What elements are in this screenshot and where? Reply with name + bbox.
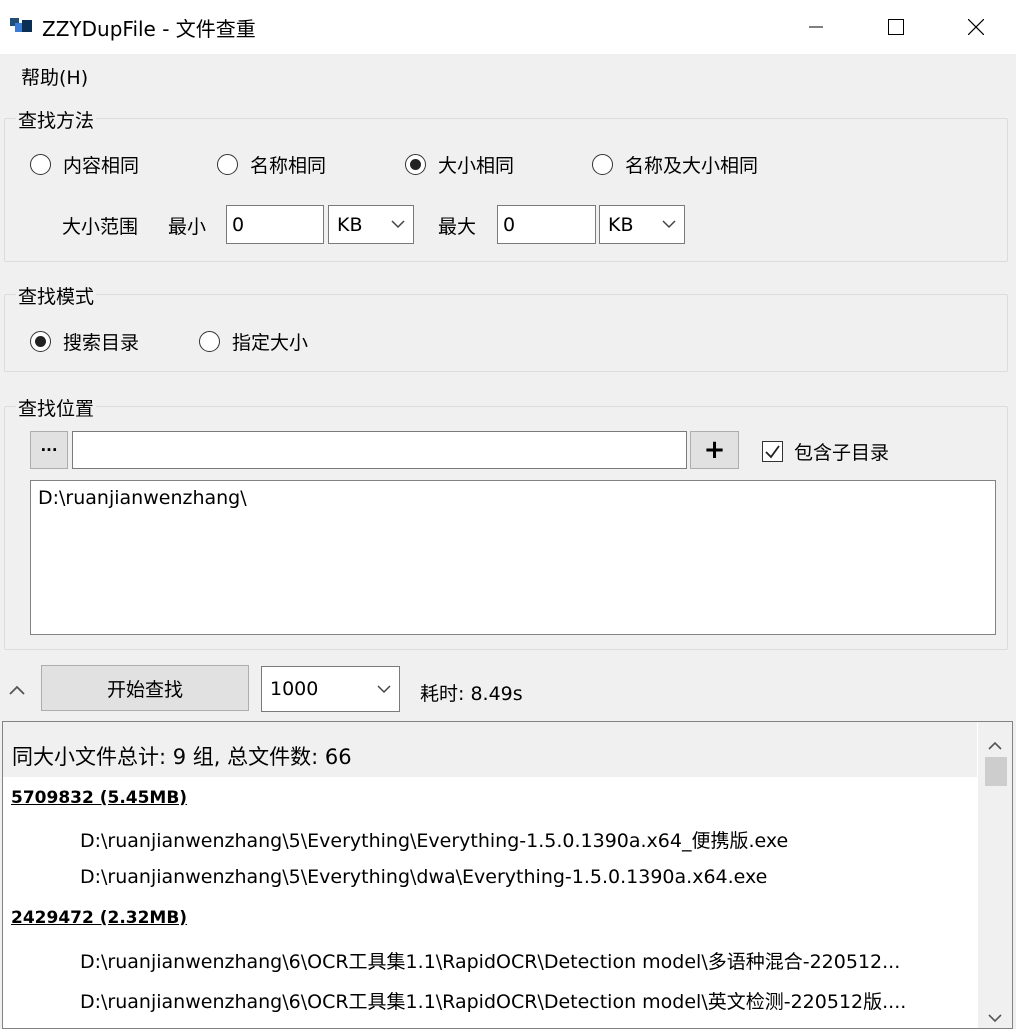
chevron-down-icon (988, 1014, 1002, 1023)
radio-circle-checked (30, 331, 51, 352)
chevron-up-icon (9, 685, 25, 695)
checkmark-icon (765, 445, 780, 459)
file-row[interactable]: D:\ruanjianwenzhang\5\Everything\Everyth… (80, 826, 970, 853)
min-label: 最小 (168, 216, 207, 238)
file-row[interactable]: D:\ruanjianwenzhang\6\OCR工具集1.1\RapidOCR… (80, 947, 970, 974)
max-size-input[interactable]: 0 (497, 205, 596, 244)
plus-icon: + (703, 435, 726, 465)
browse-button[interactable]: ··· (30, 431, 68, 469)
radio-search-directory[interactable]: 搜索目录 (30, 328, 139, 355)
elapsed-time: 耗时: 8.49s (420, 683, 523, 705)
radio-specify-size[interactable]: 指定大小 (199, 328, 308, 355)
min-size-input[interactable]: 0 (226, 205, 324, 244)
max-unit-select[interactable]: KB (599, 205, 685, 244)
max-label: 最大 (438, 216, 477, 238)
start-search-button[interactable]: 开始查找 (41, 665, 249, 711)
minimize-button[interactable] (776, 0, 856, 54)
size-range-label: 大小范围 (62, 216, 139, 238)
radio-circle (217, 154, 238, 175)
chevron-down-icon (377, 684, 391, 693)
minimize-icon (809, 26, 823, 28)
radio-content-same[interactable]: 内容相同 (30, 151, 139, 178)
group-header[interactable]: 5709832 (5.45MB) (11, 788, 187, 808)
file-row[interactable]: D:\ruanjianwenzhang\6\OCR工具集1.1\RapidOCR… (80, 987, 970, 1014)
add-path-button[interactable]: + (690, 431, 739, 469)
app-icon (10, 16, 34, 36)
min-unit-select[interactable]: KB (328, 205, 414, 244)
checkbox (762, 441, 783, 462)
location-group-label: 查找位置 (16, 394, 97, 421)
maximize-icon (888, 19, 904, 35)
scroll-down-arrow[interactable] (987, 1006, 1003, 1028)
radio-circle (199, 331, 220, 352)
result-limit-select[interactable]: 1000 (261, 666, 400, 712)
vertical-scrollbar[interactable] (978, 722, 1012, 1028)
radio-size-same[interactable]: 大小相同 (405, 151, 514, 178)
method-group-label: 查找方法 (16, 106, 97, 133)
close-button[interactable] (936, 0, 1016, 54)
chevron-up-icon (988, 741, 1002, 750)
scroll-thumb[interactable] (985, 757, 1007, 786)
results-panel[interactable]: 同大小文件总计: 9 组, 总文件数: 66 5709832 (5.45MB) … (2, 721, 1013, 1029)
close-icon (968, 19, 984, 35)
path-input[interactable] (72, 431, 687, 469)
window-title: ZZYDupFile - 文件查重 (42, 17, 256, 41)
mode-group (4, 294, 1008, 372)
path-list[interactable]: D:\ruanjianwenzhang\ (30, 480, 996, 635)
mode-group-label: 查找模式 (16, 282, 97, 309)
radio-name-same[interactable]: 名称相同 (217, 151, 326, 178)
chevron-down-icon (662, 220, 676, 229)
menu-bar (0, 54, 1016, 98)
include-subdirs-checkbox[interactable]: 包含子目录 (762, 438, 889, 465)
path-list-item[interactable]: D:\ruanjianwenzhang\ (38, 487, 988, 509)
scroll-up-arrow[interactable] (987, 734, 1003, 756)
chevron-down-icon (391, 220, 405, 229)
maximize-button[interactable] (856, 0, 936, 54)
radio-circle-checked (405, 154, 426, 175)
radio-circle (592, 154, 613, 175)
results-summary: 同大小文件总计: 9 组, 总文件数: 66 (3, 722, 977, 777)
browse-icon: ··· (40, 441, 58, 459)
radio-name-and-size-same[interactable]: 名称及大小相同 (592, 151, 758, 178)
group-header[interactable]: 2429472 (2.32MB) (11, 908, 187, 928)
collapse-toggle[interactable] (8, 680, 26, 702)
radio-circle (30, 154, 51, 175)
menu-help[interactable]: 帮助(H) (21, 63, 88, 90)
file-row[interactable]: D:\ruanjianwenzhang\5\Everything\dwa\Eve… (80, 866, 970, 888)
